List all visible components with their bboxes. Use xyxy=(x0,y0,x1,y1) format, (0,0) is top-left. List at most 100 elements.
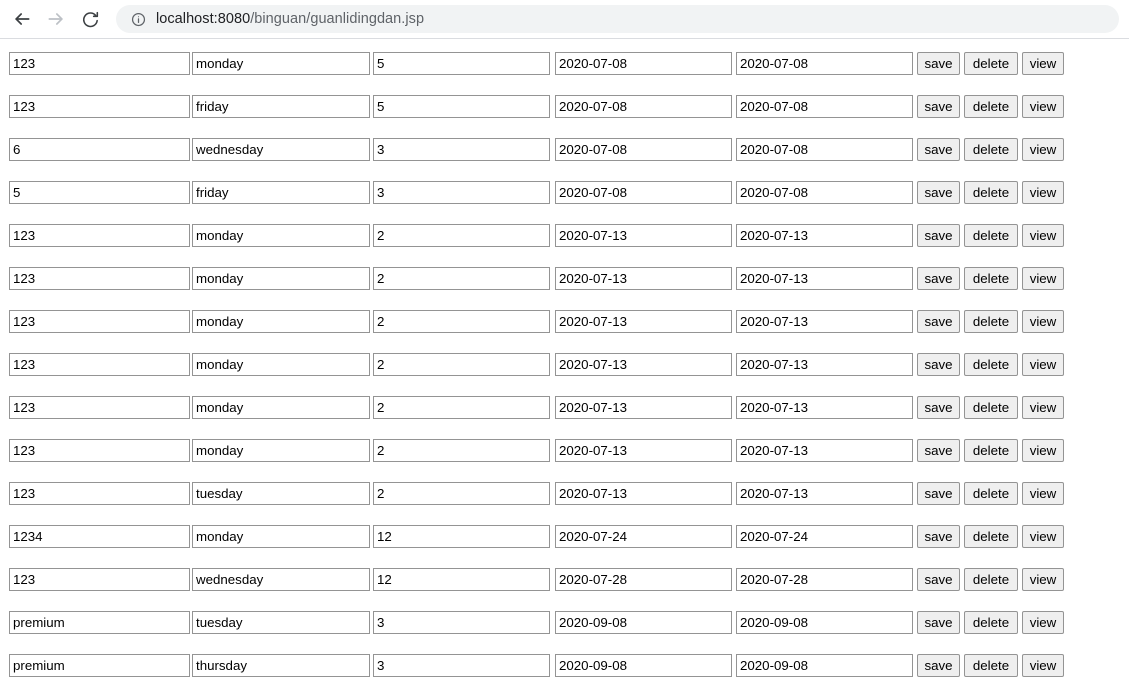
order-field-2[interactable] xyxy=(192,181,370,204)
order-field-4[interactable] xyxy=(555,52,732,75)
order-field-5[interactable] xyxy=(736,52,913,75)
order-field-5[interactable] xyxy=(736,611,913,634)
view-button[interactable]: view xyxy=(1022,224,1064,247)
view-button[interactable]: view xyxy=(1022,310,1064,333)
delete-button[interactable]: delete xyxy=(964,439,1018,462)
order-field-1[interactable] xyxy=(9,95,190,118)
order-field-2[interactable] xyxy=(192,52,370,75)
view-button[interactable]: view xyxy=(1022,267,1064,290)
order-field-3[interactable] xyxy=(373,611,550,634)
order-field-5[interactable] xyxy=(736,181,913,204)
reload-button[interactable] xyxy=(74,3,106,35)
order-field-3[interactable] xyxy=(373,95,550,118)
order-field-2[interactable] xyxy=(192,138,370,161)
save-button[interactable]: save xyxy=(917,396,960,419)
order-field-3[interactable] xyxy=(373,224,550,247)
order-field-3[interactable] xyxy=(373,439,550,462)
order-field-2[interactable] xyxy=(192,482,370,505)
order-field-4[interactable] xyxy=(555,138,732,161)
view-button[interactable]: view xyxy=(1022,353,1064,376)
order-field-2[interactable] xyxy=(192,224,370,247)
order-field-2[interactable] xyxy=(192,95,370,118)
order-field-1[interactable] xyxy=(9,267,190,290)
delete-button[interactable]: delete xyxy=(964,396,1018,419)
view-button[interactable]: view xyxy=(1022,52,1064,75)
order-field-2[interactable] xyxy=(192,568,370,591)
order-field-3[interactable] xyxy=(373,181,550,204)
order-field-1[interactable] xyxy=(9,138,190,161)
order-field-5[interactable] xyxy=(736,482,913,505)
order-field-1[interactable] xyxy=(9,439,190,462)
order-field-3[interactable] xyxy=(373,310,550,333)
order-field-5[interactable] xyxy=(736,568,913,591)
order-field-2[interactable] xyxy=(192,654,370,677)
delete-button[interactable]: delete xyxy=(964,181,1018,204)
order-field-5[interactable] xyxy=(736,310,913,333)
save-button[interactable]: save xyxy=(917,181,960,204)
save-button[interactable]: save xyxy=(917,525,960,548)
order-field-1[interactable] xyxy=(9,224,190,247)
delete-button[interactable]: delete xyxy=(964,138,1018,161)
view-button[interactable]: view xyxy=(1022,396,1064,419)
order-field-3[interactable] xyxy=(373,267,550,290)
order-field-5[interactable] xyxy=(736,525,913,548)
order-field-1[interactable] xyxy=(9,525,190,548)
order-field-3[interactable] xyxy=(373,568,550,591)
order-field-5[interactable] xyxy=(736,439,913,462)
order-field-4[interactable] xyxy=(555,482,732,505)
save-button[interactable]: save xyxy=(917,310,960,333)
order-field-4[interactable] xyxy=(555,654,732,677)
save-button[interactable]: save xyxy=(917,224,960,247)
order-field-4[interactable] xyxy=(555,224,732,247)
view-button[interactable]: view xyxy=(1022,482,1064,505)
view-button[interactable]: view xyxy=(1022,611,1064,634)
delete-button[interactable]: delete xyxy=(964,525,1018,548)
order-field-4[interactable] xyxy=(555,267,732,290)
order-field-4[interactable] xyxy=(555,439,732,462)
view-button[interactable]: view xyxy=(1022,95,1064,118)
order-field-4[interactable] xyxy=(555,611,732,634)
order-field-4[interactable] xyxy=(555,525,732,548)
order-field-2[interactable] xyxy=(192,525,370,548)
view-button[interactable]: view xyxy=(1022,181,1064,204)
site-information-icon[interactable] xyxy=(130,11,146,27)
order-field-5[interactable] xyxy=(736,654,913,677)
save-button[interactable]: save xyxy=(917,138,960,161)
view-button[interactable]: view xyxy=(1022,568,1064,591)
order-field-2[interactable] xyxy=(192,396,370,419)
order-field-5[interactable] xyxy=(736,95,913,118)
order-field-1[interactable] xyxy=(9,396,190,419)
order-field-1[interactable] xyxy=(9,611,190,634)
delete-button[interactable]: delete xyxy=(964,95,1018,118)
order-field-1[interactable] xyxy=(9,568,190,591)
delete-button[interactable]: delete xyxy=(964,52,1018,75)
order-field-2[interactable] xyxy=(192,439,370,462)
forward-button[interactable] xyxy=(40,3,72,35)
save-button[interactable]: save xyxy=(917,611,960,634)
delete-button[interactable]: delete xyxy=(964,568,1018,591)
delete-button[interactable]: delete xyxy=(964,611,1018,634)
delete-button[interactable]: delete xyxy=(964,353,1018,376)
save-button[interactable]: save xyxy=(917,654,960,677)
delete-button[interactable]: delete xyxy=(964,224,1018,247)
delete-button[interactable]: delete xyxy=(964,310,1018,333)
order-field-1[interactable] xyxy=(9,52,190,75)
view-button[interactable]: view xyxy=(1022,654,1064,677)
order-field-4[interactable] xyxy=(555,310,732,333)
order-field-2[interactable] xyxy=(192,611,370,634)
view-button[interactable]: view xyxy=(1022,525,1064,548)
save-button[interactable]: save xyxy=(917,353,960,376)
delete-button[interactable]: delete xyxy=(964,482,1018,505)
order-field-5[interactable] xyxy=(736,353,913,376)
order-field-5[interactable] xyxy=(736,224,913,247)
order-field-1[interactable] xyxy=(9,482,190,505)
order-field-2[interactable] xyxy=(192,267,370,290)
order-field-3[interactable] xyxy=(373,52,550,75)
order-field-1[interactable] xyxy=(9,654,190,677)
order-field-2[interactable] xyxy=(192,353,370,376)
order-field-4[interactable] xyxy=(555,396,732,419)
order-field-3[interactable] xyxy=(373,525,550,548)
order-field-1[interactable] xyxy=(9,181,190,204)
order-field-4[interactable] xyxy=(555,568,732,591)
order-field-5[interactable] xyxy=(736,267,913,290)
